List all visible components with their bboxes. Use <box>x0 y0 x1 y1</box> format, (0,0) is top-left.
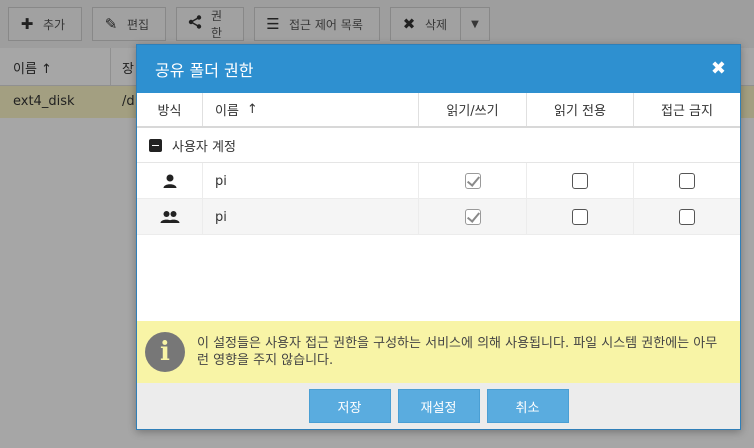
save-button[interactable]: 저장 <box>308 389 391 423</box>
cancel-button[interactable]: 취소 <box>486 389 569 423</box>
dialog-title: 공유 폴더 권한 <box>155 61 254 80</box>
group-icon <box>137 199 203 235</box>
row-name: pi <box>203 163 419 199</box>
read-write-checkbox[interactable] <box>419 163 527 199</box>
collapse-icon[interactable] <box>149 138 162 152</box>
read-only-checkbox[interactable] <box>527 163 634 199</box>
close-icon[interactable]: ✖ <box>711 58 726 79</box>
info-text: 이 설정들은 사용자 접근 권한을 구성하는 서비스에 의해 사용됩니다. 파일… <box>197 336 718 368</box>
no-access-checkbox[interactable] <box>634 163 740 199</box>
group-header-user-accounts[interactable]: 사용자 계정 <box>137 128 740 163</box>
column-header-read-write[interactable]: 읽기/쓰기 <box>419 93 527 126</box>
info-icon: i <box>145 332 185 372</box>
group-label: 사용자 계정 <box>172 139 236 155</box>
dialog-title-bar: 공유 폴더 권한 ✖ <box>137 45 740 93</box>
column-header-type[interactable]: 방식 <box>137 93 203 126</box>
user-icon <box>137 163 203 199</box>
column-header-name[interactable]: 이름 ↑ <box>203 93 419 126</box>
column-header-name-label: 이름 <box>215 104 239 119</box>
info-banner: i 이 설정들은 사용자 접근 권한을 구성하는 서비스에 의해 사용됩니다. … <box>137 321 740 383</box>
read-only-checkbox[interactable] <box>527 199 634 235</box>
reset-button[interactable]: 재설정 <box>397 389 480 423</box>
column-header-read-only[interactable]: 읽기 전용 <box>527 93 634 126</box>
shared-folder-permissions-dialog: 공유 폴더 권한 ✖ 방식 이름 ↑ 읽기/쓰기 읽기 전용 접근 금지 사용자… <box>136 44 741 430</box>
row-name: pi <box>203 199 419 235</box>
sort-ascending-icon: ↑ <box>246 102 258 117</box>
read-write-checkbox[interactable] <box>419 199 527 235</box>
table-row[interactable]: pi <box>137 163 740 199</box>
table-row[interactable]: pi <box>137 199 740 235</box>
permissions-table-header: 방식 이름 ↑ 읽기/쓰기 읽기 전용 접근 금지 <box>137 93 740 128</box>
column-header-no-access[interactable]: 접근 금지 <box>634 93 740 126</box>
no-access-checkbox[interactable] <box>634 199 740 235</box>
dialog-footer: 저장 재설정 취소 <box>137 383 740 429</box>
